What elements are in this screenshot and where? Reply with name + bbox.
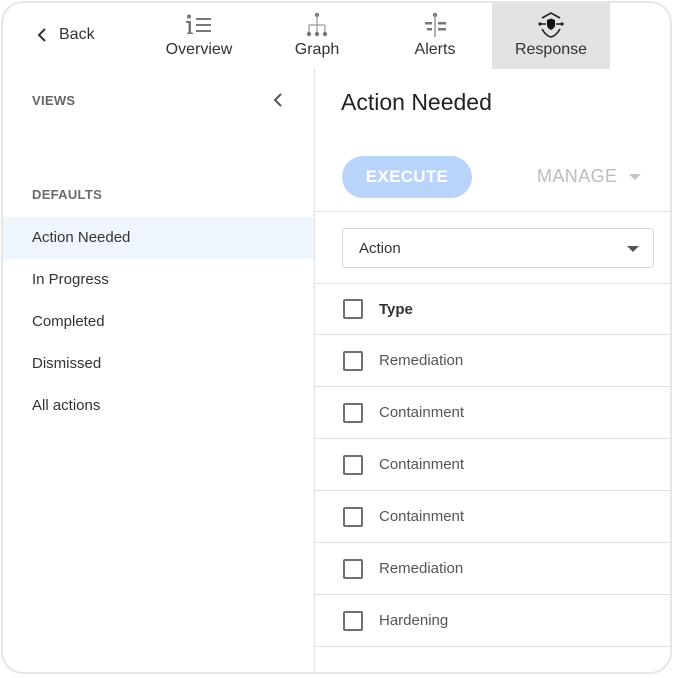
tab-overview[interactable]: Overview [140,3,258,69]
overview-icon [184,10,214,40]
defaults-heading: DEFAULTS [32,187,103,202]
main-panel: Action Needed EXECUTE MANAGE Action Type… [315,69,670,672]
collapse-sidebar-icon[interactable] [271,91,285,109]
page-title: Action Needed [341,89,492,115]
filter-select[interactable]: Action [342,228,654,268]
row-type: Containment [379,404,465,421]
execute-button[interactable]: EXECUTE [342,156,472,198]
tab-response[interactable]: Response [492,3,610,69]
manage-dropdown[interactable]: MANAGE [537,166,642,187]
row-type: Hardening [379,612,449,629]
tab-alerts-label: Alerts [414,41,456,58]
row-type: Containment [379,456,465,473]
caret-down-icon [627,246,639,252]
sidebar-item-in-progress[interactable]: In Progress [3,259,314,301]
views-heading: VIEWS [32,93,76,108]
table-row[interactable]: Containment [315,491,670,543]
row-type: Remediation [379,560,464,577]
tab-graph[interactable]: Graph [258,3,376,69]
row-checkbox[interactable] [343,506,363,527]
table-row[interactable]: Containment [315,439,670,491]
row-checkbox[interactable] [343,350,363,371]
table-row[interactable]: Remediation [315,543,670,595]
views-sidebar: VIEWS DEFAULTS Action Needed In Progress… [3,69,315,672]
tab-response-label: Response [514,41,588,58]
row-checkbox[interactable] [343,402,363,423]
back-button[interactable]: Back [37,23,95,47]
sidebar-item-action-needed[interactable]: Action Needed [3,217,314,259]
actions-table: Type Remediation Containment Containment… [315,283,670,647]
table-row[interactable]: Hardening [315,595,670,647]
manage-label: MANAGE [537,166,618,186]
response-shield-icon [536,10,566,40]
row-checkbox[interactable] [343,558,363,579]
select-all-checkbox[interactable] [343,299,363,319]
sidebar-item-dismissed[interactable]: Dismissed [3,343,314,385]
sidebar-item-all-actions[interactable]: All actions [3,385,314,427]
alerts-icon [421,10,449,40]
column-header-type: Type [379,300,413,318]
row-type: Containment [379,508,465,525]
filter-select-value: Action [359,239,401,257]
views-list: Action Needed In Progress Completed Dism… [3,217,314,427]
top-navigation: Back Overview Graph Alerts Response [3,3,670,69]
graph-icon [304,10,330,40]
sidebar-item-completed[interactable]: Completed [3,301,314,343]
table-row[interactable]: Remediation [315,335,670,387]
row-checkbox[interactable] [343,610,363,631]
tab-alerts[interactable]: Alerts [376,3,494,69]
chevron-left-icon [37,28,46,42]
tab-graph-label: Graph [294,41,340,58]
row-checkbox[interactable] [343,454,363,475]
row-type: Remediation [379,352,464,369]
divider [315,211,670,212]
back-label: Back [59,26,95,43]
table-row[interactable]: Containment [315,387,670,439]
tab-overview-label: Overview [165,41,233,58]
app-window: Back Overview Graph Alerts Response VIEW… [1,1,672,674]
caret-down-icon [629,173,642,180]
table-header-row: Type [315,283,670,335]
